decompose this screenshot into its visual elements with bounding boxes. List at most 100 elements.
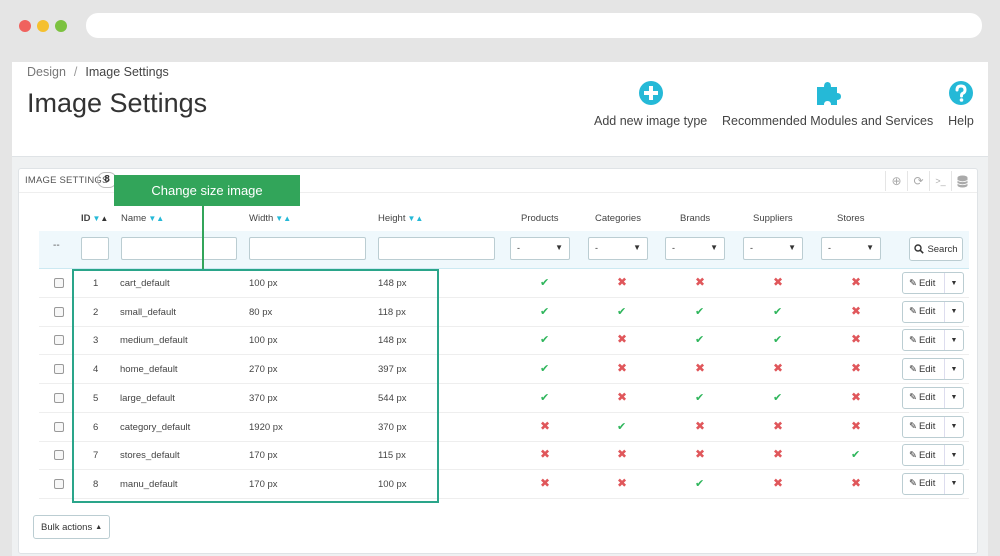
filter-row: -- - ▼ - ▼ - ▼ - ▼ - ▼ Search: [39, 231, 969, 269]
products-cross-icon[interactable]: ✖: [540, 447, 550, 461]
stores-cross-icon[interactable]: ✖: [851, 390, 861, 404]
window-close-dot[interactable]: [19, 20, 31, 32]
terminal-icon[interactable]: >_: [929, 171, 951, 191]
brands-check-icon[interactable]: ✔: [695, 305, 704, 318]
column-name[interactable]: Name ▼▲: [121, 213, 164, 224]
categories-cross-icon[interactable]: ✖: [617, 275, 627, 289]
column-id[interactable]: ID ▼▲: [81, 213, 108, 224]
stores-cross-icon[interactable]: ✖: [851, 419, 861, 433]
suppliers-check-icon[interactable]: ✔: [773, 391, 782, 404]
products-cross-icon[interactable]: ✖: [540, 476, 550, 490]
row-checkbox[interactable]: [54, 306, 64, 317]
row-checkbox[interactable]: [54, 335, 64, 346]
filter-name-input[interactable]: [121, 237, 237, 260]
pencil-icon: ✎: [909, 449, 917, 461]
window-maximize-dot[interactable]: [55, 20, 67, 32]
row-checkbox[interactable]: [54, 421, 64, 432]
suppliers-check-icon[interactable]: ✔: [773, 333, 782, 346]
help-button[interactable]: Help: [948, 80, 974, 128]
suppliers-check-icon[interactable]: ✔: [773, 305, 782, 318]
caret-down-icon: ▼: [950, 451, 958, 459]
sort-arrows-icon[interactable]: ▼▲: [148, 214, 164, 223]
categories-cross-icon[interactable]: ✖: [617, 476, 627, 490]
products-check-icon[interactable]: ✔: [540, 362, 549, 375]
categories-check-icon[interactable]: ✔: [617, 420, 626, 433]
categories-cross-icon[interactable]: ✖: [617, 332, 627, 346]
sort-arrows-icon[interactable]: ▼▲: [407, 214, 423, 223]
categories-cross-icon[interactable]: ✖: [617, 361, 627, 375]
row-checkbox[interactable]: [54, 450, 64, 461]
edit-dropdown-toggle[interactable]: ▼: [944, 416, 963, 437]
edit-button[interactable]: ✎ Edit ▼: [902, 386, 964, 409]
filter-suppliers-select[interactable]: - ▼: [743, 237, 803, 260]
row-checkbox[interactable]: [54, 478, 64, 489]
edit-dropdown-toggle[interactable]: ▼: [944, 273, 963, 293]
add-image-type-button[interactable]: Add new image type: [594, 80, 707, 128]
edit-button[interactable]: ✎ Edit ▼: [902, 415, 964, 438]
edit-dropdown-toggle[interactable]: ▼: [944, 301, 963, 322]
products-cross-icon[interactable]: ✖: [540, 419, 550, 433]
brands-check-icon[interactable]: ✔: [695, 477, 704, 490]
window-minimize-dot[interactable]: [37, 20, 49, 32]
edit-button[interactable]: ✎ Edit ▼: [902, 444, 964, 467]
suppliers-cross-icon[interactable]: ✖: [773, 447, 783, 461]
edit-button[interactable]: ✎ Edit ▼: [902, 472, 964, 495]
breadcrumb-parent[interactable]: Design: [27, 65, 66, 79]
brands-check-icon[interactable]: ✔: [695, 333, 704, 346]
brands-cross-icon[interactable]: ✖: [695, 447, 705, 461]
stores-cross-icon[interactable]: ✖: [851, 332, 861, 346]
row-checkbox[interactable]: [54, 278, 64, 288]
products-check-icon[interactable]: ✔: [540, 276, 549, 289]
recommended-modules-button[interactable]: Recommended Modules and Services: [722, 80, 933, 128]
pencil-icon: ✎: [909, 363, 917, 375]
stores-cross-icon[interactable]: ✖: [851, 275, 861, 289]
categories-cross-icon[interactable]: ✖: [617, 447, 627, 461]
filter-height-input[interactable]: [378, 237, 495, 260]
refresh-icon[interactable]: ⟳: [907, 171, 929, 191]
filter-categories-select[interactable]: - ▼: [588, 237, 648, 260]
bulk-actions-button[interactable]: Bulk actions ▲: [33, 515, 111, 539]
suppliers-cross-icon[interactable]: ✖: [773, 419, 783, 433]
add-new-icon[interactable]: ⊕: [885, 171, 907, 191]
row-checkbox[interactable]: [54, 364, 64, 375]
categories-check-icon[interactable]: ✔: [617, 305, 626, 318]
filter-id-input[interactable]: [81, 237, 109, 260]
stores-cross-icon[interactable]: ✖: [851, 361, 861, 375]
edit-dropdown-toggle[interactable]: ▼: [944, 330, 963, 351]
edit-button[interactable]: ✎ Edit ▼: [902, 358, 964, 381]
brands-cross-icon[interactable]: ✖: [695, 275, 705, 289]
suppliers-cross-icon[interactable]: ✖: [773, 361, 783, 375]
sort-arrows-icon[interactable]: ▼▲: [93, 214, 109, 223]
suppliers-cross-icon[interactable]: ✖: [773, 476, 783, 490]
edit-dropdown-toggle[interactable]: ▼: [944, 473, 963, 494]
add-image-type-label: Add new image type: [594, 114, 708, 128]
database-icon[interactable]: [951, 171, 973, 191]
products-check-icon[interactable]: ✔: [540, 305, 549, 318]
brands-cross-icon[interactable]: ✖: [695, 419, 705, 433]
address-bar[interactable]: [86, 13, 982, 38]
edit-button[interactable]: ✎ Edit ▼: [902, 329, 964, 352]
sort-arrows-icon[interactable]: ▼▲: [275, 214, 291, 223]
categories-cross-icon[interactable]: ✖: [617, 390, 627, 404]
brands-cross-icon[interactable]: ✖: [695, 361, 705, 375]
filter-stores-select[interactable]: - ▼: [821, 237, 881, 260]
filter-width-input[interactable]: [249, 237, 366, 260]
stores-cross-icon[interactable]: ✖: [851, 304, 861, 318]
products-check-icon[interactable]: ✔: [540, 391, 549, 404]
filter-products-select[interactable]: - ▼: [510, 237, 570, 260]
stores-check-icon[interactable]: ✔: [851, 448, 860, 461]
edit-dropdown-toggle[interactable]: ▼: [944, 445, 963, 466]
edit-button[interactable]: ✎ Edit ▼: [902, 272, 964, 294]
search-button[interactable]: Search: [909, 237, 963, 261]
column-height[interactable]: Height ▼▲: [378, 213, 423, 224]
column-width[interactable]: Width ▼▲: [249, 213, 291, 224]
edit-dropdown-toggle[interactable]: ▼: [944, 387, 963, 408]
edit-button[interactable]: ✎ Edit ▼: [902, 300, 964, 323]
stores-cross-icon[interactable]: ✖: [851, 476, 861, 490]
brands-check-icon[interactable]: ✔: [695, 391, 704, 404]
suppliers-cross-icon[interactable]: ✖: [773, 275, 783, 289]
edit-dropdown-toggle[interactable]: ▼: [944, 359, 963, 380]
filter-brands-select[interactable]: - ▼: [665, 237, 725, 260]
row-checkbox[interactable]: [54, 392, 64, 403]
products-check-icon[interactable]: ✔: [540, 333, 549, 346]
